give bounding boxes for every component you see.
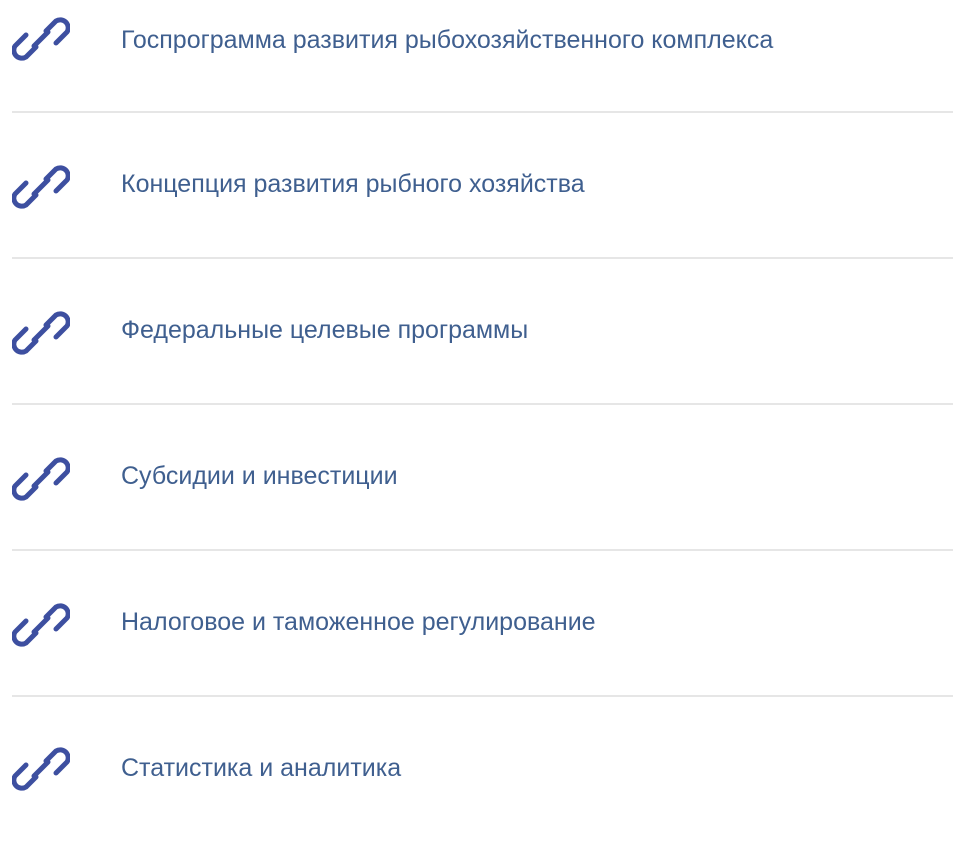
- link-icon: [12, 304, 70, 362]
- link-item-federalnye-programmy[interactable]: Федеральные целевые программы: [0, 258, 953, 404]
- link-label: Федеральные целевые программы: [121, 316, 529, 344]
- link-icon: [12, 158, 70, 216]
- link-icon: [12, 450, 70, 508]
- link-item-koncepciya[interactable]: Концепция развития рыбного хозяйства: [0, 112, 953, 258]
- link-item-nalogovoe[interactable]: Налоговое и таможенное регулирование: [0, 550, 953, 696]
- link-label: Налоговое и таможенное регулирование: [121, 608, 596, 636]
- link-label: Статистика и аналитика: [121, 754, 402, 782]
- link-label: Субсидии и инвестиции: [121, 462, 398, 490]
- link-label: Госпрограмма развития рыбохозяйственного…: [121, 26, 774, 54]
- link-item-subsidii[interactable]: Субсидии и инвестиции: [0, 404, 953, 550]
- link-label: Концепция развития рыбного хозяйства: [121, 170, 585, 198]
- link-icon: [12, 740, 70, 798]
- link-icon: [12, 596, 70, 654]
- link-icon: [12, 10, 70, 68]
- link-item-statistika[interactable]: Статистика и аналитика: [0, 696, 953, 842]
